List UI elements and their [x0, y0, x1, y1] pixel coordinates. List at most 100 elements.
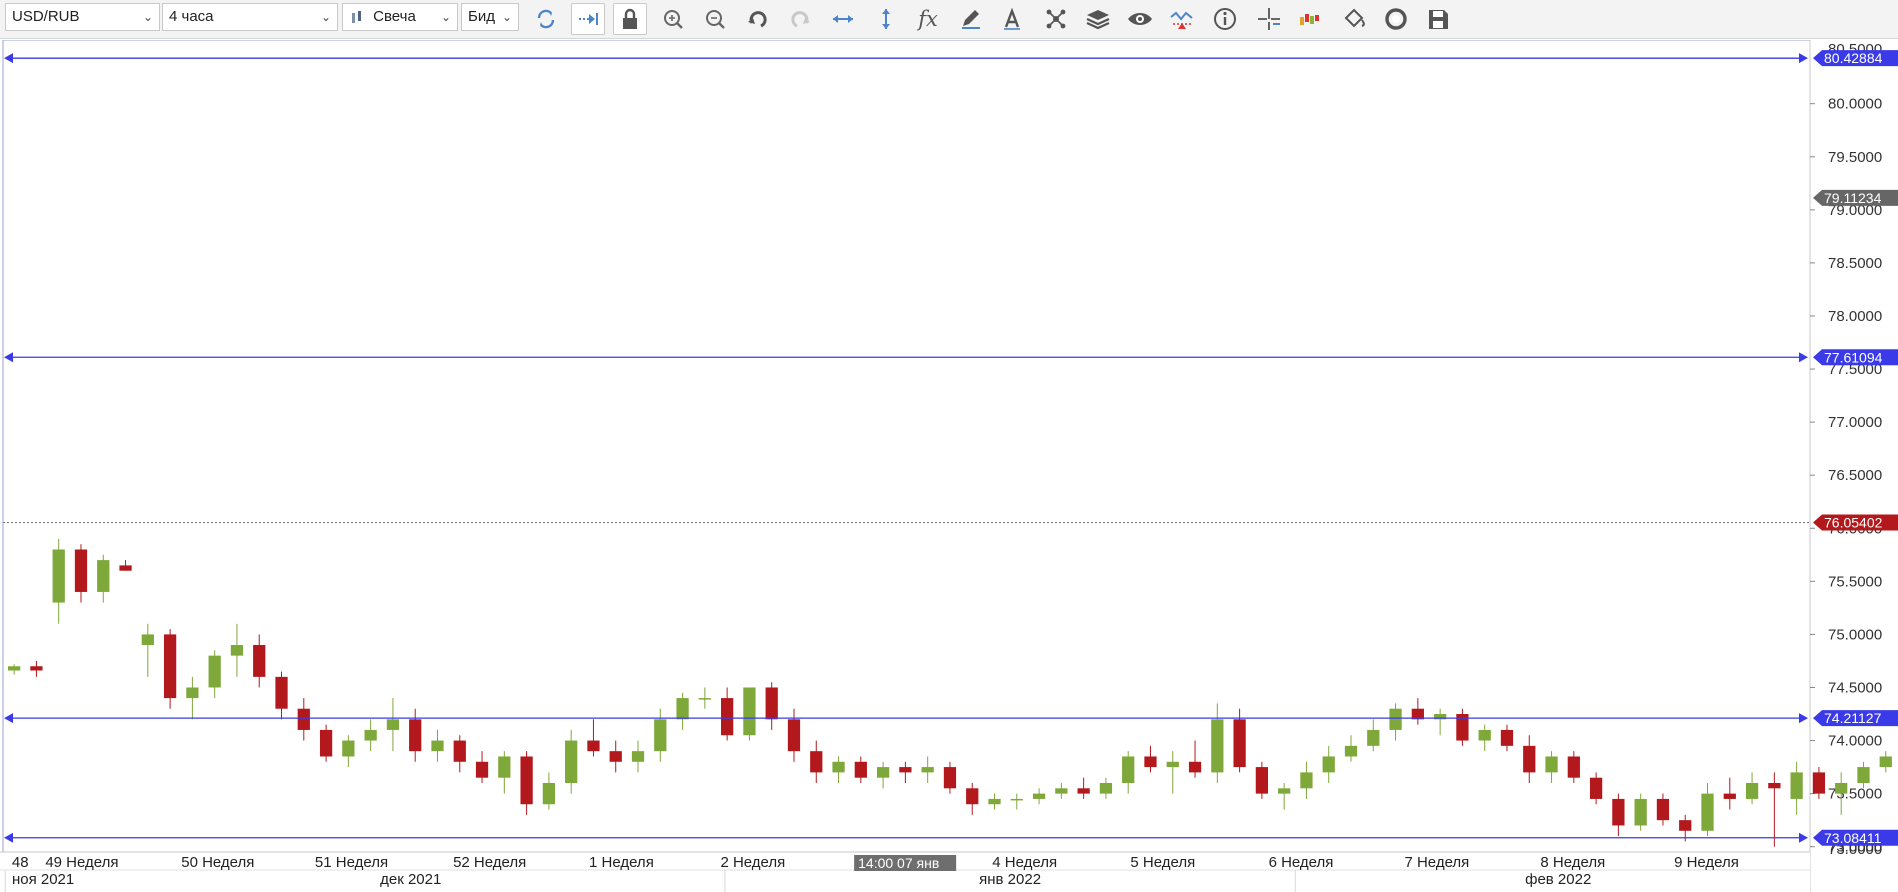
chart-type-select[interactable]: Свеча ⌄: [342, 3, 458, 31]
save-icon[interactable]: [1422, 3, 1454, 35]
candle-body: [765, 687, 778, 720]
candle-body: [253, 645, 266, 677]
candle-body: [743, 687, 756, 736]
redo-icon[interactable]: [785, 3, 817, 35]
candle-body: [854, 761, 867, 778]
candle-body: [1879, 756, 1892, 768]
y-tick-label: 76.5000: [1828, 467, 1882, 484]
week-label: 50 Неделя: [181, 854, 254, 871]
chart-type-value: Свеча: [373, 8, 416, 25]
month-label: дек 2021: [380, 871, 441, 888]
paint-bucket-icon[interactable]: [1338, 3, 1370, 35]
candle-body: [921, 767, 934, 773]
week-label: 4 Неделя: [992, 854, 1057, 871]
scroll-to-end-icon[interactable]: [571, 3, 605, 35]
timeframe-select[interactable]: 4 часа ⌄: [162, 3, 338, 31]
candle-body: [988, 798, 1001, 805]
candle-body: [520, 756, 533, 805]
candle-body: [1010, 798, 1023, 801]
candle-body: [431, 740, 444, 752]
week-label: 49 Неделя: [45, 854, 118, 871]
candle-body: [1300, 772, 1313, 789]
level-price-tag-label: 74.21127: [1824, 710, 1882, 726]
month-label: янв 2022: [979, 871, 1041, 888]
current-price-tag-label: 76.05402: [1824, 515, 1883, 531]
candle-body: [542, 783, 556, 805]
candle-body: [721, 698, 734, 736]
y-tick-label: 74.0000: [1828, 733, 1882, 750]
y-tick-label: 77.0000: [1828, 414, 1882, 431]
level-price-tag-label: 80.42884: [1824, 50, 1883, 66]
candle-body: [1344, 745, 1358, 757]
candle-body: [587, 740, 600, 752]
chevron-down-icon: ⌄: [142, 10, 153, 24]
week-label: 6 Неделя: [1269, 854, 1334, 871]
template-icon[interactable]: [1380, 3, 1412, 35]
candle-body: [1032, 793, 1046, 799]
indicator-fx-icon[interactable]: fx: [912, 3, 944, 35]
signal-icon[interactable]: [1166, 3, 1198, 35]
candle-body: [1166, 761, 1179, 768]
candle-body: [966, 788, 979, 805]
text-tool-icon[interactable]: [996, 3, 1028, 35]
candle-body: [319, 729, 333, 757]
colors-icon[interactable]: [1295, 3, 1327, 35]
week-label: 48: [12, 854, 29, 871]
candle-body: [1545, 756, 1558, 773]
toolbar: USD/RUB ⌄ 4 часа ⌄ Свеча ⌄ Бид ⌄ fx: [0, 0, 1898, 39]
candle-body: [1835, 783, 1848, 794]
y-tick-label: 79.5000: [1828, 149, 1882, 166]
candle-body: [1122, 756, 1135, 784]
week-label: 8 Неделя: [1540, 854, 1605, 871]
y-tick-label: 75.5000: [1828, 573, 1882, 590]
price-chart[interactable]: 80.000079.500079.000078.500078.000077.50…: [0, 40, 1898, 892]
price-type-value: Бид: [468, 8, 495, 25]
candle-body: [386, 719, 400, 730]
symbol-value: USD/RUB: [12, 8, 80, 25]
fit-vertical-icon[interactable]: [870, 3, 902, 35]
candle-body: [676, 698, 689, 720]
symbol-select[interactable]: USD/RUB ⌄: [5, 3, 160, 31]
refresh-icon[interactable]: [530, 3, 562, 35]
candle-body: [631, 751, 645, 762]
candle-body: [899, 767, 912, 773]
candle-body: [1099, 783, 1113, 794]
candle-body: [1500, 729, 1514, 746]
week-label: 9 Неделя: [1674, 854, 1739, 871]
candle-body: [30, 666, 43, 671]
level-price-tag-label: 73.08411: [1824, 830, 1882, 846]
candle-body: [275, 676, 288, 709]
candle-body: [943, 767, 957, 789]
candle-body: [1144, 756, 1157, 768]
info-icon[interactable]: [1209, 3, 1241, 35]
candle-body: [97, 560, 110, 592]
candle-body: [453, 740, 466, 762]
lock-icon[interactable]: [613, 3, 647, 35]
candle-body: [342, 740, 355, 757]
week-label: 2 Неделя: [720, 854, 785, 871]
zoom-in-icon[interactable]: [657, 3, 689, 35]
crosshair-icon[interactable]: [1253, 3, 1285, 35]
candle-body: [1857, 767, 1870, 784]
candle-body: [1055, 788, 1068, 794]
y-tick-label: 78.5000: [1828, 255, 1882, 272]
candle-body: [1656, 798, 1670, 821]
price-type-select[interactable]: Бид ⌄: [461, 3, 519, 31]
objects-icon[interactable]: [1040, 3, 1072, 35]
undo-icon[interactable]: [741, 3, 773, 35]
bid-price-tag-label: 79.11234: [1824, 190, 1882, 206]
zoom-out-icon[interactable]: [699, 3, 731, 35]
eye-icon[interactable]: [1124, 3, 1156, 35]
draw-pencil-icon[interactable]: [954, 3, 986, 35]
candle-body: [1211, 719, 1224, 773]
fit-horizontal-icon[interactable]: [827, 3, 859, 35]
candle-body: [1478, 729, 1491, 741]
candle-body: [1188, 761, 1202, 773]
candle-body: [1367, 729, 1380, 746]
candle-body: [698, 698, 711, 700]
week-label: 5 Неделя: [1130, 854, 1195, 871]
y-tick-label: 78.0000: [1828, 308, 1882, 325]
layers-icon[interactable]: [1082, 3, 1114, 35]
chevron-down-icon: ⌄: [501, 10, 512, 24]
crosshair-time-label: 14:00 07 янв: [858, 855, 939, 871]
